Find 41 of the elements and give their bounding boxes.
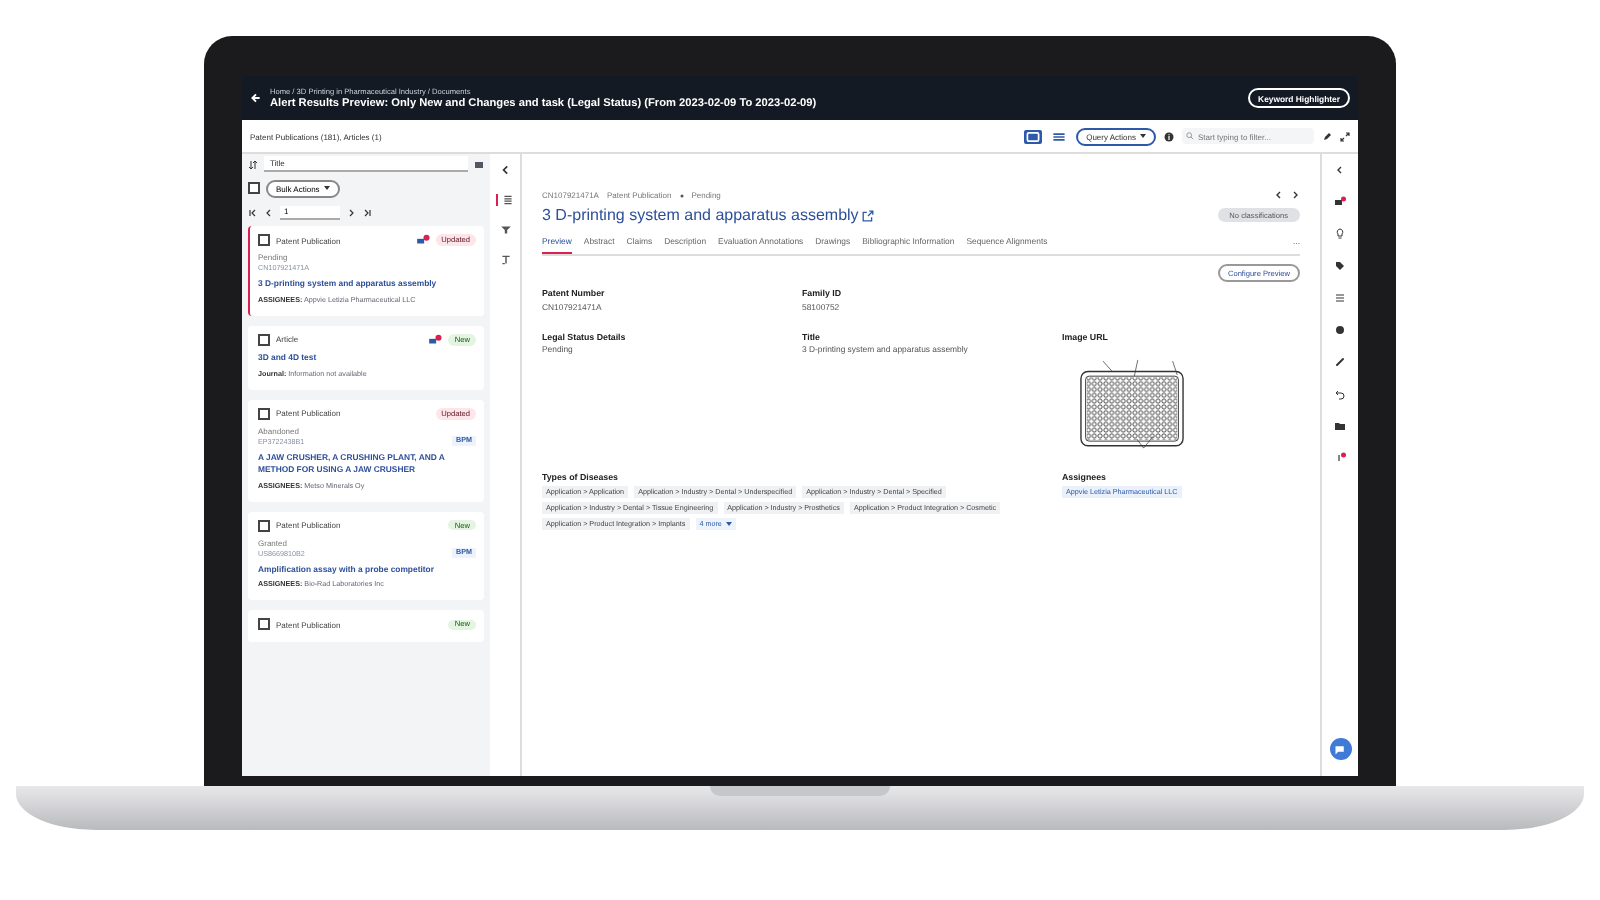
- card-checkbox[interactable]: [258, 333, 270, 346]
- previous-page-icon[interactable]: [264, 207, 274, 217]
- list-view-button[interactable]: [1050, 129, 1069, 143]
- collapse-icon[interactable]: [499, 164, 511, 176]
- document-title: 3 D-printing system and apparatus assembly: [542, 206, 859, 224]
- caret-icon: [725, 521, 732, 526]
- info-icon[interactable]: [1164, 131, 1174, 141]
- card-checkbox[interactable]: [258, 618, 270, 631]
- caret-icon: [323, 186, 330, 191]
- previous-icon[interactable]: [1274, 190, 1284, 200]
- select-all-checkbox[interactable]: [248, 182, 260, 194]
- chat-button[interactable]: [1329, 738, 1351, 760]
- next-page-icon[interactable]: [346, 207, 356, 217]
- card-checkbox[interactable]: [258, 407, 270, 420]
- text-icon[interactable]: [499, 254, 511, 266]
- filter-icon[interactable]: [499, 224, 511, 236]
- image-toggle-icon[interactable]: [474, 159, 484, 169]
- chevron-icon[interactable]: [1334, 164, 1346, 176]
- card-checkbox[interactable]: [258, 234, 270, 246]
- separator-dot-icon: [679, 193, 684, 197]
- patent-drawing: [1074, 356, 1190, 452]
- first-page-icon[interactable]: [248, 207, 258, 217]
- bulb-icon[interactable]: [1334, 228, 1346, 240]
- search-icon: [1186, 132, 1194, 140]
- card-view-button[interactable]: [1024, 129, 1043, 143]
- next-icon[interactable]: [1290, 190, 1300, 200]
- back-arrow-icon[interactable]: [250, 92, 262, 104]
- card-checkbox[interactable]: [258, 519, 270, 531]
- expand-icon[interactable]: [1340, 131, 1350, 141]
- caret-icon: [1140, 134, 1146, 139]
- list-icon[interactable]: [496, 194, 514, 206]
- folder-icon[interactable]: [1334, 420, 1346, 432]
- comment-icon[interactable]: [428, 333, 443, 346]
- undo-icon[interactable]: [1334, 388, 1346, 400]
- comment-icon[interactable]: [1334, 196, 1346, 208]
- comment-icon[interactable]: [415, 234, 430, 246]
- pencil-icon[interactable]: [1322, 131, 1332, 141]
- sort-icon[interactable]: [248, 159, 258, 169]
- last-page-icon[interactable]: [362, 207, 372, 217]
- tag-icon[interactable]: [1334, 260, 1346, 272]
- external-link-icon[interactable]: [862, 209, 875, 221]
